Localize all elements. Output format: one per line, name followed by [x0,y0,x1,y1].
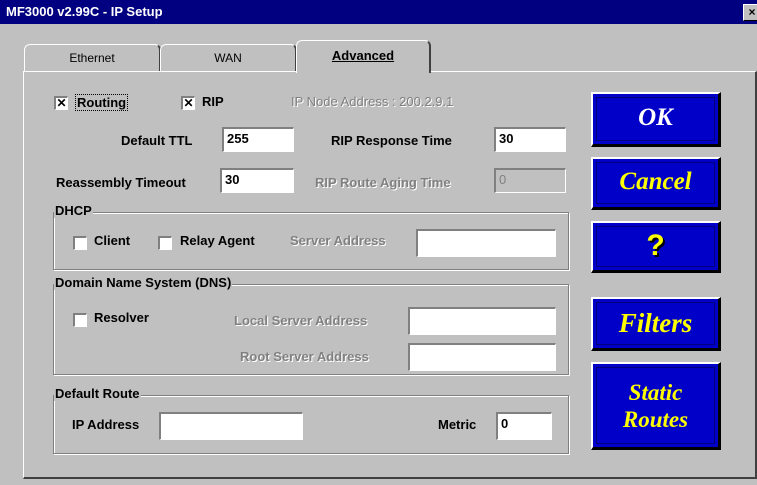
rip-response-time-field[interactable]: 30 [494,127,566,152]
resolver-checkbox[interactable] [73,313,87,327]
resolver-label[interactable]: Resolver [94,310,149,325]
default-ttl-label: Default TTL [121,133,193,148]
rip-response-time-label: RIP Response Time [331,133,452,148]
tab-label: Advanced [331,48,395,63]
close-button[interactable]: × [743,4,757,21]
rip-route-aging-time-field: 0 [494,168,566,193]
local-server-address-label: Local Server Address [234,313,368,328]
dns-group-title: Domain Name System (DNS) [54,275,233,290]
dhcp-server-address-field[interactable] [416,229,556,257]
window-title: MF3000 v2.99C - IP Setup [6,4,163,19]
relay-agent-checkbox[interactable] [158,236,172,250]
default-route-group-title: Default Route [54,386,141,401]
static-routes-button[interactable]: Static Routes [591,362,721,450]
help-button[interactable]: ? [591,221,721,273]
cancel-button[interactable]: Cancel [591,157,721,210]
root-server-address-field[interactable] [408,343,556,371]
ip-node-address: IP Node Address : 200.2.9.1 [291,94,454,109]
rip-label[interactable]: RIP [202,94,224,109]
metric-label: Metric [438,417,477,432]
rip-route-aging-time-label: RIP Route Aging Time [315,175,451,190]
default-ttl-field[interactable]: 255 [222,127,294,152]
tab-label: Ethernet [69,51,115,65]
root-server-address-label: Root Server Address [240,349,369,364]
tab-label: WAN [214,51,242,65]
tab-ethernet[interactable]: Ethernet [24,44,161,71]
tab-advanced[interactable]: Advanced [296,40,431,73]
local-server-address-field[interactable] [408,307,556,335]
ok-button-label: OK [638,104,673,131]
default-route-ip-field[interactable] [159,412,303,440]
rip-checkbox[interactable]: ✕ [181,96,195,110]
relay-agent-label[interactable]: Relay Agent [180,233,255,248]
reassembly-timeout-label: Reassembly Timeout [56,175,186,190]
dhcp-server-address-label: Server Address [290,233,386,248]
metric-field[interactable]: 0 [496,412,552,440]
filters-button[interactable]: Filters [591,297,721,351]
tab-wan[interactable]: WAN [160,44,297,71]
static-routes-label-line2: Routes [622,407,689,432]
default-route-ip-label: IP Address [72,417,140,432]
cancel-button-label: Cancel [619,168,692,195]
dhcp-client-label[interactable]: Client [94,233,130,248]
dhcp-group-title: DHCP [54,203,93,218]
static-routes-label-line1: Static [628,380,683,405]
filters-button-label: Filters [618,308,693,338]
reassembly-timeout-field[interactable]: 30 [220,168,294,193]
ok-button[interactable]: OK [591,92,721,147]
help-icon: ? [646,229,665,262]
dhcp-client-checkbox[interactable] [73,236,87,250]
routing-label[interactable]: Routing [75,94,129,111]
routing-checkbox[interactable]: ✕ [54,96,68,110]
